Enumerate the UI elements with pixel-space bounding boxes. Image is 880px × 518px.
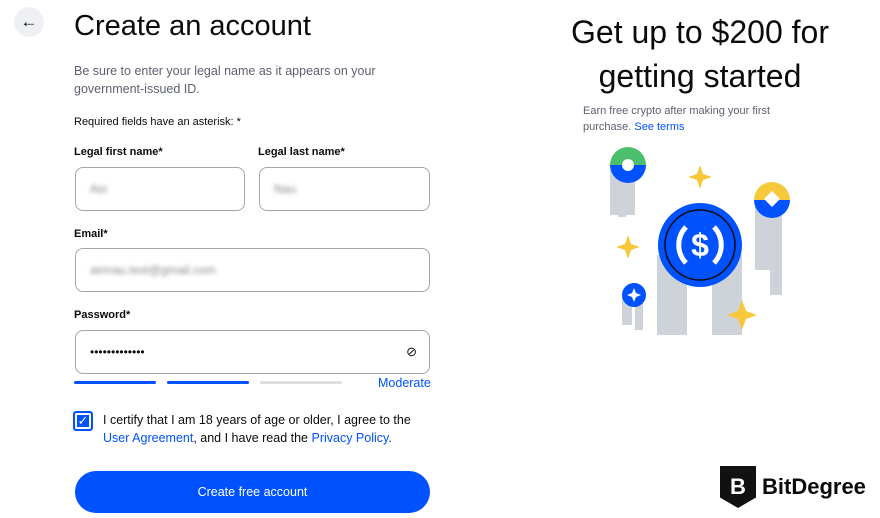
subtitle: Be sure to enter your legal name as it a… — [74, 64, 376, 96]
page-title: Create an account — [74, 10, 311, 42]
email-input[interactable]: ainnau.test@gmail.com — [75, 248, 430, 292]
last-name-input[interactable]: Nau — [259, 167, 430, 211]
back-button[interactable]: ← — [14, 7, 44, 37]
check-icon: ✓ — [77, 413, 89, 428]
first-name-label: Legal first name* — [74, 146, 163, 158]
certify-text-mid: , and I have read the — [193, 431, 308, 445]
email-label: Email* — [74, 228, 108, 240]
last-name-label: Legal last name* — [258, 146, 345, 158]
see-terms-link[interactable]: See terms — [634, 121, 684, 133]
strength-bar-2 — [167, 381, 249, 384]
password-label: Password* — [74, 309, 131, 321]
required-note: Required fields have an asterisk: * — [74, 116, 241, 128]
promo-text: Earn free crypto after making your first… — [583, 103, 793, 135]
certify-text-start: I certify that I am 18 years of age or o… — [103, 413, 411, 427]
promo-title: Get up to $200 for getting started — [571, 14, 829, 94]
certify-text-end: . — [388, 431, 392, 445]
last-name-value: Nau — [274, 182, 297, 196]
password-strength: Moderate — [378, 376, 431, 390]
first-name-value: Ain — [90, 182, 108, 196]
crypto-illustration: $ — [610, 147, 790, 335]
create-account-button[interactable]: Create free account — [75, 471, 430, 513]
certify-text: I certify that I am 18 years of age or o… — [103, 411, 433, 447]
first-name-input[interactable]: Ain — [75, 167, 245, 211]
password-value: ••••••••••••• — [90, 345, 145, 359]
watermark-text: BitDegree — [762, 474, 866, 499]
strength-bar-3 — [260, 381, 342, 384]
eye-off-icon[interactable]: ⊘ — [406, 344, 417, 360]
privacy-policy-link[interactable]: Privacy Policy — [311, 431, 388, 445]
bitdegree-logo-icon: B — [720, 466, 756, 508]
arrow-left-icon: ← — [20, 12, 38, 31]
certify-checkbox[interactable]: ✓ — [73, 411, 93, 431]
svg-text:$: $ — [691, 227, 709, 263]
strength-bar-1 — [74, 381, 156, 384]
email-value: ainnau.test@gmail.com — [90, 263, 216, 277]
bitdegree-watermark: B BitDegree — [720, 466, 866, 508]
password-input[interactable]: ••••••••••••• ⊘ — [75, 330, 430, 374]
user-agreement-link[interactable]: User Agreement — [103, 431, 193, 445]
